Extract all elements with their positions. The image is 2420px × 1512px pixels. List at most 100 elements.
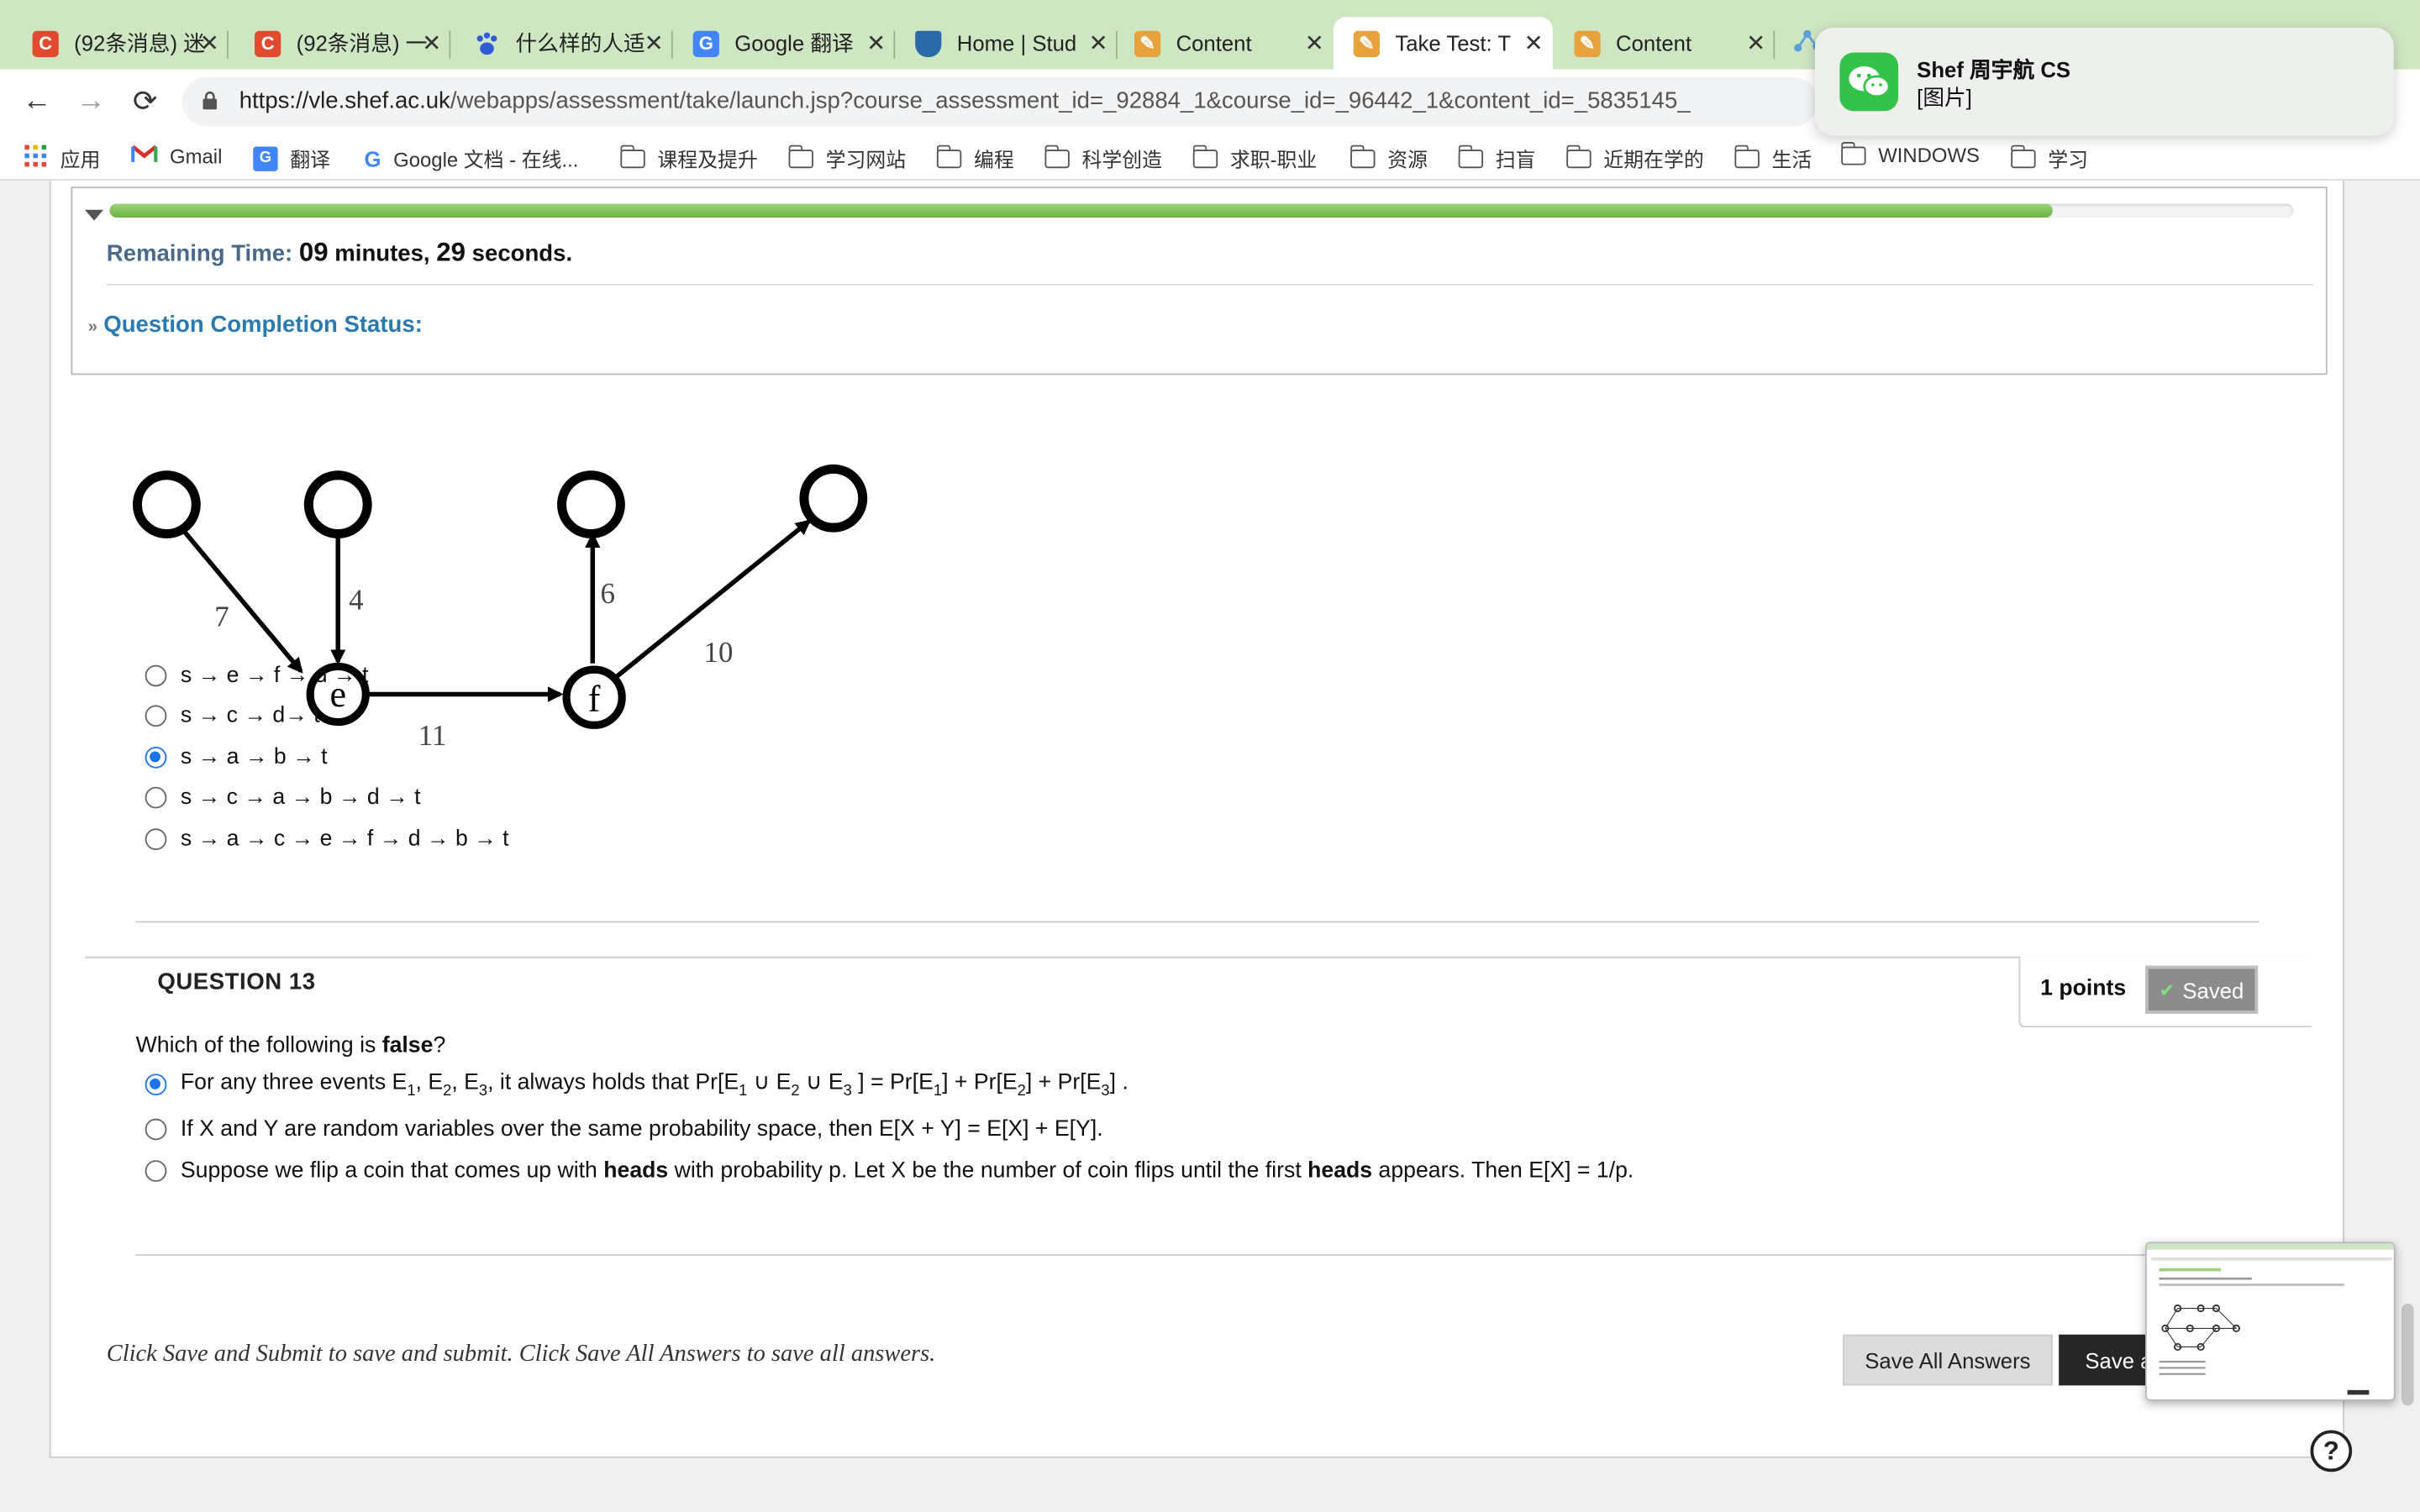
saved-badge: ✔ Saved [2145,965,2259,1014]
radio-button[interactable] [145,1160,167,1182]
csdn-icon: C [32,29,59,57]
tab-title: (92条消息) 一 [296,30,428,56]
tab-3[interactable]: 什么样的人适 ✕ [450,17,673,69]
close-icon[interactable]: ✕ [1746,29,1765,57]
bookmark-folder-life[interactable]: 生活 [1733,144,1812,173]
check-icon: ✔ [2159,979,2175,1001]
tab-6[interactable]: ✎ Content ✕ [1118,17,1334,69]
wechat-icon [1839,52,1899,112]
bookmark-folder-science[interactable]: 科学创造 [1044,144,1162,173]
bookmark-google-docs[interactable]: G Google 文档 - 在线... [364,144,578,173]
baidu-paw-icon [474,30,500,56]
tab-8[interactable]: ✎ Content ✕ [1553,17,1776,69]
bookmark-translate[interactable]: G 翻译 [253,144,330,173]
question-divider [135,921,2260,923]
graph-weight: 11 [418,719,447,752]
radio-button[interactable] [145,786,167,809]
url-text[interactable]: https://vle.shef.ac.uk/webapps/assessmen… [239,88,1813,114]
folder-icon [935,144,962,168]
tab-title: Content [1176,30,1252,56]
folder-icon [1565,144,1591,168]
folder-icon [2010,144,2036,168]
gmail-icon [130,144,158,168]
translate-icon: G [253,145,278,171]
tab-title: Take Test: T [1395,30,1512,56]
question-divider [135,1254,2260,1257]
time-progress-bar [109,203,2294,218]
graph-node-top-left [132,470,201,539]
address-bar[interactable]: https://vle.shef.ac.uk/webapps/assessmen… [182,76,1818,127]
tab-title: Google 翻译 [734,30,854,56]
bookmark-folder-courses[interactable]: 课程及提升 [619,144,758,173]
google-icon: G [364,145,381,171]
wechat-notification[interactable]: Shef 周宇航 CS [图片] [1814,28,2394,136]
folder-icon [1349,144,1376,168]
close-icon[interactable]: ✕ [422,29,441,57]
bookmarks-bar: 应用 Gmail G 翻译 G Google 文档 - 在线... 课程及提升 … [0,134,2420,181]
radio-button-selected[interactable] [145,746,167,769]
q12-option-5[interactable]: s → a → c → e → f → d → b → t [145,827,509,852]
question-completion-status[interactable]: » Question Completion Status: [88,312,423,338]
q12-option-1[interactable]: s → e → f → d → t [145,664,368,688]
q13-option-3[interactable]: Suppose we flip a coin that comes up wit… [145,1158,1634,1184]
bookmark-folder-study-sites[interactable]: 学习网站 [787,144,906,173]
tab-2[interactable]: C (92条消息) 一 ✕ [229,17,451,69]
close-icon[interactable]: ✕ [1305,29,1324,57]
q12-option-3[interactable]: s → a → b → t [145,745,328,770]
radio-button[interactable] [145,1118,167,1141]
tab-title: (92条消息) 迷 [74,30,205,56]
bookmark-folder-recent[interactable]: 近期在学的 [1565,144,1704,173]
scrollbar-thumb[interactable] [2401,1304,2414,1406]
bookmark-gmail[interactable]: Gmail [130,144,222,168]
close-icon[interactable]: ✕ [866,29,886,57]
tab-title: Home | Stud [956,30,1077,56]
bookmark-folder-windows[interactable]: WINDOWS [1840,141,1980,166]
bookmark-apps[interactable]: 应用 [24,144,100,173]
help-icon[interactable]: ? [2310,1430,2353,1473]
points-box: 1 points ✔ Saved [2018,956,2312,1028]
collapse-triangle-icon[interactable] [85,209,104,221]
graph-node-top-right [557,470,625,539]
screenshot-thumbnail[interactable] [2145,1242,2396,1401]
university-crest-icon [915,29,942,57]
close-icon[interactable]: ✕ [1089,29,1108,57]
apps-grid-icon [24,144,48,173]
forward-icon[interactable]: → [72,83,109,120]
pencil-icon: ✎ [1574,29,1601,57]
bookmark-folder-literacy[interactable]: 扫盲 [1457,144,1536,173]
question-13-title: QUESTION 13 [157,969,316,995]
radio-button[interactable] [145,828,167,851]
close-icon[interactable]: ✕ [200,29,219,57]
bookmark-folder-resources[interactable]: 资源 [1349,144,1428,173]
tab-5[interactable]: Home | Stud ✕ [895,17,1118,69]
close-icon[interactable]: ✕ [1524,29,1544,57]
tab-1[interactable]: C (92条消息) 迷 ✕ [0,17,229,69]
points-label: 1 points [2040,976,2127,1002]
q12-option-4[interactable]: s → c → a → b → d → t [145,785,421,810]
save-all-answers-button[interactable]: Save All Answers [1843,1334,2053,1386]
folder-icon [787,144,813,168]
q13-option-2[interactable]: If X and Y are random variables over the… [145,1117,1103,1142]
tab-7-active[interactable]: ✎ Take Test: T ✕ [1333,17,1553,70]
tab-title: Content [1616,30,1692,56]
tab-4[interactable]: G Google 翻译 ✕ [673,17,896,69]
pencil-icon: ✎ [1353,29,1381,57]
notification-body: [图片] [1917,85,1972,110]
radio-button[interactable] [145,705,167,727]
question-divider [85,956,2311,958]
q13-option-1[interactable]: For any three events E1, E2, E3, it alwa… [145,1071,1128,1100]
radio-button-selected[interactable] [145,1074,167,1096]
graph-weight: 4 [349,583,363,616]
time-progress-fill [109,203,2054,218]
graph-node-top-far-right [799,464,868,533]
q12-option-2[interactable]: s → c → d→ t [145,704,320,728]
back-icon[interactable]: ← [18,83,55,120]
reload-icon[interactable]: ⟳ [127,83,164,120]
bookmark-folder-programming[interactable]: 编程 [935,144,1014,173]
graph-weight: 6 [600,577,614,610]
bookmark-folder-study[interactable]: 学习 [2010,144,2088,173]
bookmark-folder-career[interactable]: 求职-职业 [1192,144,1317,173]
test-content: e f 7 4 6 10 11 Remaining Time: 09 minut… [49,180,2344,1458]
close-icon[interactable]: ✕ [644,29,664,57]
radio-button[interactable] [145,664,167,687]
